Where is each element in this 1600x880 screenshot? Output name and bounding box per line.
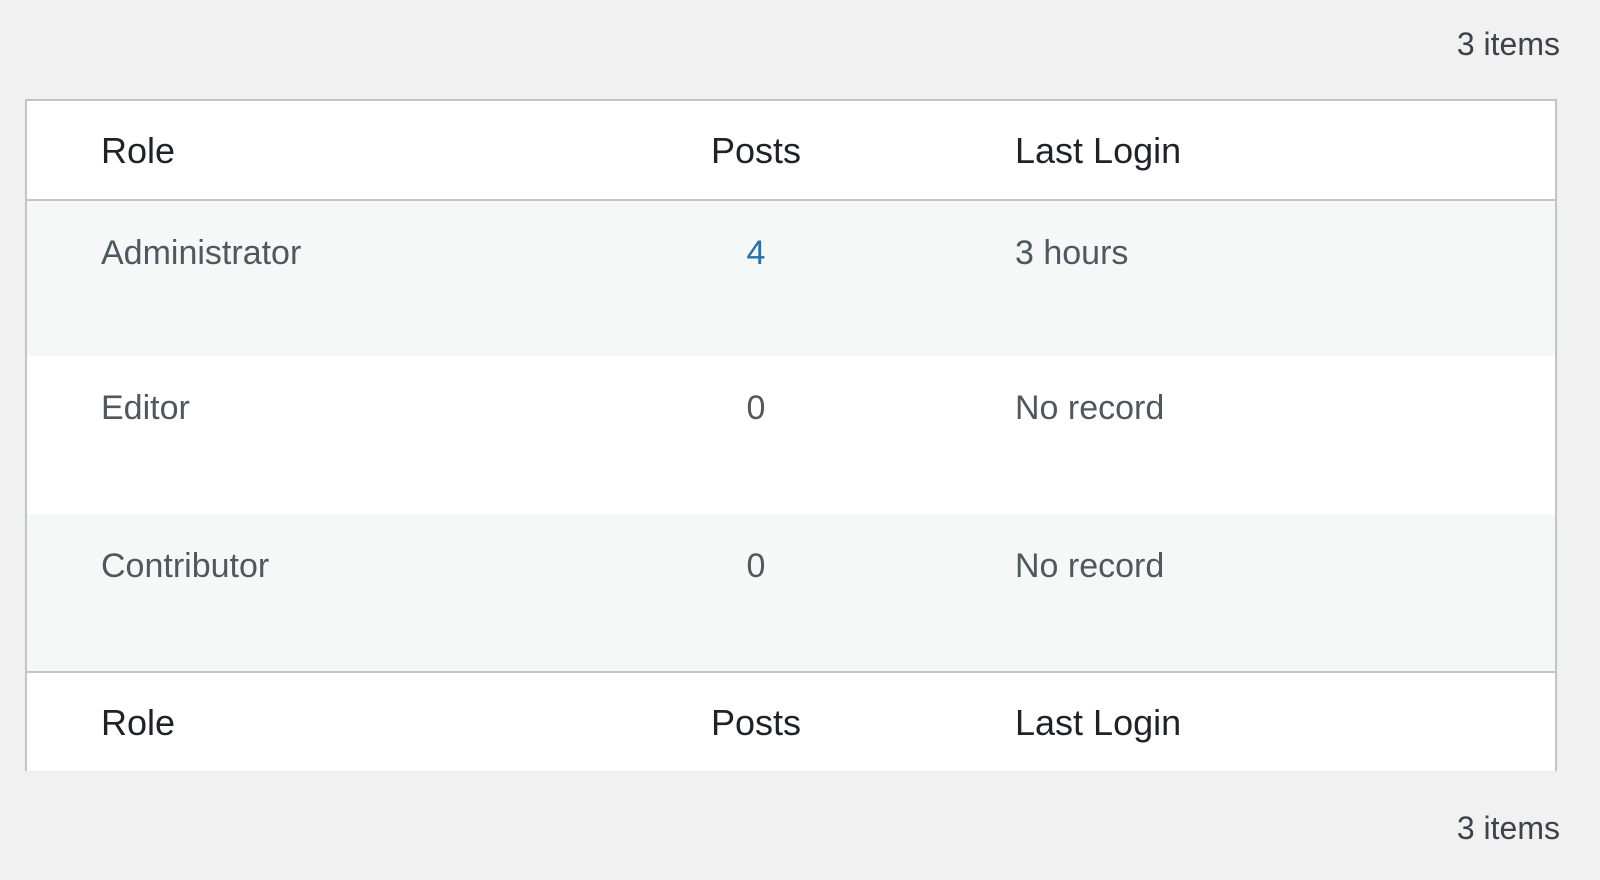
users-roles-page: 3 items Role Posts Last Login Administra… xyxy=(0,0,1600,880)
last-login-cell: No record xyxy=(1015,389,1165,427)
role-cell: Administrator xyxy=(101,234,302,272)
role-cell: Editor xyxy=(101,389,190,427)
posts-count-cell: 0 xyxy=(746,547,766,585)
posts-count-cell: 0 xyxy=(746,389,766,427)
column-footer-role: Role xyxy=(101,702,176,743)
posts-count-link[interactable]: 4 xyxy=(631,233,881,273)
table-header-row: Role Posts Last Login xyxy=(27,101,1555,201)
column-header-posts: Posts xyxy=(710,130,802,171)
column-footer-posts: Posts xyxy=(710,702,802,743)
roles-table: Role Posts Last Login Administrator 4 3 … xyxy=(25,99,1557,771)
column-footer-last-login-sort-link[interactable]: Last Login xyxy=(1015,703,1181,743)
column-header-last-login-sort-link[interactable]: Last Login xyxy=(1015,131,1181,171)
table-row: Contributor 0 No record xyxy=(27,514,1555,671)
table-row: Administrator 4 3 hours xyxy=(27,201,1555,356)
role-cell: Contributor xyxy=(101,547,270,585)
table-footer-row: Role Posts Last Login xyxy=(27,671,1555,771)
item-count-top: 3 items xyxy=(1456,26,1560,62)
last-login-cell: No record xyxy=(1015,547,1165,585)
item-count-bottom: 3 items xyxy=(1456,810,1560,846)
last-login-cell: 3 hours xyxy=(1015,234,1129,272)
table-row: Editor 0 No record xyxy=(27,356,1555,514)
column-header-role: Role xyxy=(101,130,176,171)
